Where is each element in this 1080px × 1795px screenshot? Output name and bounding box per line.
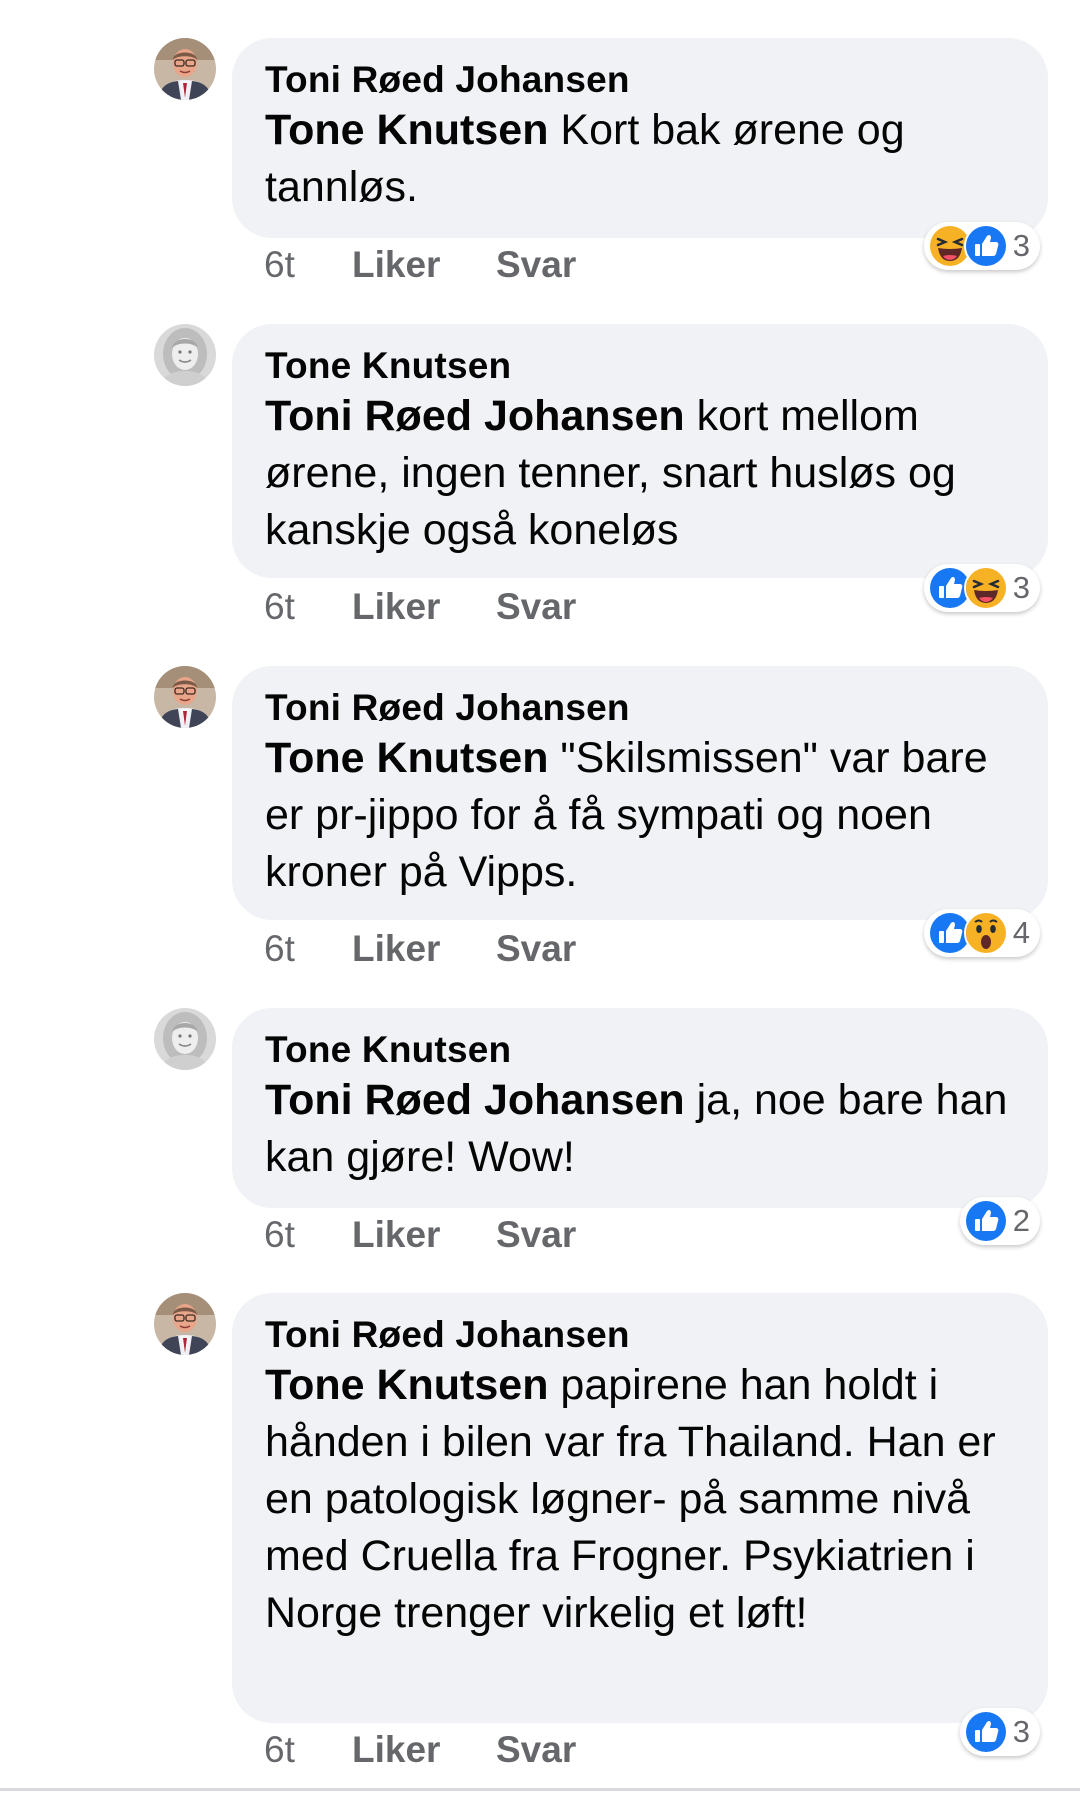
- avatar[interactable]: [154, 1293, 216, 1355]
- mention-link[interactable]: Toni Røed Johansen: [265, 1076, 685, 1124]
- comment-timestamp[interactable]: 6t: [264, 586, 295, 628]
- like-reaction-icon: [963, 224, 1008, 268]
- reaction-count: 3: [1012, 570, 1030, 605]
- comment-bubble: Tone Knutsen Toni Røed Johansen ja, noe …: [232, 1008, 1048, 1208]
- reaction-count: 3: [1012, 228, 1030, 263]
- comment-bubble: Toni Røed Johansen Tone Knutsen papirene…: [232, 1293, 1048, 1723]
- comment-bubble: Tone Knutsen Toni Røed Johansen kort mel…: [232, 324, 1048, 578]
- comment: Tone Knutsen Toni Røed Johansen kort mel…: [0, 286, 1080, 628]
- comment-bubble: Toni Røed Johansen Tone Knutsen Kort bak…: [232, 38, 1048, 238]
- reply-button[interactable]: Svar: [496, 928, 576, 970]
- comment: Toni Røed Johansen Tone Knutsen "Skilsmi…: [0, 628, 1080, 970]
- reaction-count: 4: [1012, 915, 1030, 950]
- like-reaction-icon: [963, 1199, 1008, 1243]
- like-reaction-icon: [963, 1710, 1008, 1754]
- comment-thread: Toni Røed Johansen Tone Knutsen Kort bak…: [0, 0, 1080, 1795]
- reaction-summary[interactable]: 3: [959, 1708, 1040, 1756]
- mention-link[interactable]: Tone Knutsen: [265, 734, 548, 782]
- reaction-count: 3: [1012, 1714, 1030, 1749]
- like-button[interactable]: Liker: [352, 586, 440, 628]
- reply-button[interactable]: Svar: [496, 1729, 576, 1771]
- avatar[interactable]: [154, 1008, 216, 1070]
- comment-text: Toni Røed Johansen ja, noe bare han kan …: [265, 1072, 1018, 1186]
- comment-author[interactable]: Toni Røed Johansen: [265, 686, 1018, 730]
- divider: [0, 1788, 1080, 1791]
- comment-text: Tone Knutsen papirene han holdt i hånden…: [265, 1357, 1018, 1642]
- comment-author[interactable]: Tone Knutsen: [265, 1028, 1018, 1072]
- avatar[interactable]: [154, 324, 216, 386]
- comment: Tone Knutsen Toni Røed Johansen ja, noe …: [0, 970, 1080, 1260]
- reaction-summary[interactable]: 4: [923, 909, 1040, 957]
- comment-timestamp[interactable]: 6t: [264, 1729, 295, 1771]
- comment-timestamp[interactable]: 6t: [264, 928, 295, 970]
- mention-link[interactable]: Toni Røed Johansen: [265, 392, 685, 440]
- comment-bubble: Toni Røed Johansen Tone Knutsen "Skilsmi…: [232, 666, 1048, 920]
- reaction-summary[interactable]: 2: [959, 1197, 1040, 1245]
- reply-button[interactable]: Svar: [496, 244, 576, 286]
- comment: Toni Røed Johansen Tone Knutsen Kort bak…: [0, 0, 1080, 290]
- reaction-summary[interactable]: 3: [923, 222, 1040, 270]
- reply-button[interactable]: Svar: [496, 586, 576, 628]
- comment: Toni Røed Johansen Tone Knutsen papirene…: [0, 1255, 1080, 1795]
- comment-text: Tone Knutsen Kort bak ørene og tannløs.: [265, 102, 1018, 216]
- comment-author[interactable]: Toni Røed Johansen: [265, 58, 1018, 102]
- like-button[interactable]: Liker: [352, 1214, 440, 1256]
- like-button[interactable]: Liker: [352, 928, 440, 970]
- avatar[interactable]: [154, 38, 216, 100]
- comment-text: Tone Knutsen "Skilsmissen" var bare er p…: [265, 730, 1018, 901]
- mention-link[interactable]: Tone Knutsen: [265, 1361, 548, 1409]
- avatar[interactable]: [154, 666, 216, 728]
- reaction-summary[interactable]: 3: [923, 564, 1040, 612]
- like-button[interactable]: Liker: [352, 1729, 440, 1771]
- comment-text: Toni Røed Johansen kort mellom ørene, in…: [265, 388, 1018, 559]
- reaction-count: 2: [1012, 1203, 1030, 1238]
- like-button[interactable]: Liker: [352, 244, 440, 286]
- haha-reaction-icon: [963, 566, 1008, 610]
- reply-button[interactable]: Svar: [496, 1214, 576, 1256]
- comment-actions: 6t Liker Svar: [264, 1729, 664, 1779]
- comment-timestamp[interactable]: 6t: [264, 244, 295, 286]
- comment-author[interactable]: Tone Knutsen: [265, 344, 1018, 388]
- mention-link[interactable]: Tone Knutsen: [265, 106, 548, 154]
- comment-author[interactable]: Toni Røed Johansen: [265, 1313, 1018, 1357]
- comment-timestamp[interactable]: 6t: [264, 1214, 295, 1256]
- wow-reaction-icon: [963, 911, 1008, 955]
